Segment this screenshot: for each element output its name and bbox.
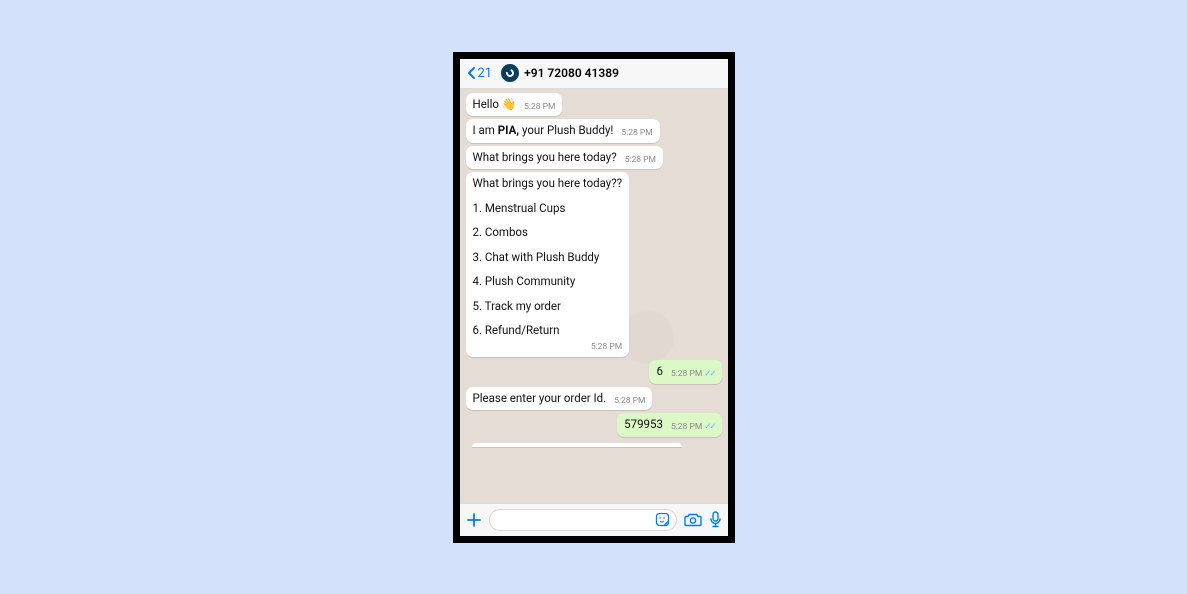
chat-body[interactable]: Hello 👋 5:28 PM I am PIA, your Plush Bud… (460, 89, 728, 503)
chat-header: 21 +91 72080 41389 (460, 59, 728, 89)
message-time: 5:28 PM (524, 102, 555, 113)
message-text: Hello 👋 (473, 97, 517, 111)
message-bubble-incoming[interactable]: Hello 👋 5:28 PM (466, 93, 563, 117)
message-bubble-incoming[interactable]: I am PIA, your Plush Buddy! 5:28 PM (466, 119, 660, 143)
message-row: 6 5:28 PM✓✓ (466, 360, 722, 384)
read-ticks-icon: ✓✓ (704, 369, 714, 379)
message-time: 5:28 PM (621, 128, 652, 139)
message-bubble-incoming[interactable]: What brings you here today? 5:28 PM (466, 146, 663, 170)
message-bubble-outgoing[interactable]: 6 5:28 PM✓✓ (649, 360, 721, 384)
message-row: Please enter your order Id. 5:28 PM (466, 387, 722, 411)
menu-option: 4. Plush Community (473, 274, 623, 290)
menu-option: 5. Track my order (473, 299, 623, 315)
menu-option: 1. Menstrual Cups (473, 201, 623, 217)
menu-option: 3. Chat with Plush Buddy (473, 250, 623, 266)
mic-button[interactable] (709, 511, 722, 529)
message-row: What brings you here today?? 1. Menstrua… (466, 172, 722, 357)
message-row: What brings you here today? 5:28 PM (466, 146, 722, 170)
message-row: I am PIA, your Plush Buddy! 5:28 PM (466, 119, 722, 143)
message-text: Please enter your order Id. (473, 391, 607, 405)
contact-name[interactable]: +91 72080 41389 (524, 66, 619, 80)
sticker-button[interactable] (655, 512, 670, 527)
message-time: 5:28 PM (614, 396, 645, 407)
message-text: I am PIA, your Plush Buddy! (473, 123, 614, 137)
message-bubble-incoming[interactable]: What brings you here today?? 1. Menstrua… (466, 172, 630, 357)
input-bar (460, 503, 728, 536)
message-time: 5:28 PM (473, 342, 623, 353)
chevron-left-icon (466, 66, 477, 80)
phone-screen: 21 +91 72080 41389 Hello 👋 5:28 PM I am … (460, 59, 728, 536)
menu-title: What brings you here today?? (473, 176, 623, 192)
message-bubble-incoming[interactable]: Please enter your order Id. 5:28 PM (466, 387, 653, 411)
wave-emoji: 👋 (502, 97, 516, 111)
message-time: 5:28 PM (625, 155, 656, 166)
read-ticks-icon: ✓✓ (704, 422, 714, 432)
message-bubble-outgoing[interactable]: 579953 5:28 PM✓✓ (617, 413, 721, 437)
message-time: 5:28 PM✓✓ (671, 369, 715, 380)
sticker-icon (655, 512, 670, 527)
back-button[interactable]: 21 (466, 66, 493, 81)
back-count: 21 (478, 66, 493, 81)
attach-button[interactable] (466, 512, 482, 528)
message-text: 579953 (624, 417, 663, 431)
message-input[interactable] (489, 509, 677, 531)
message-bubble-incoming-peek (472, 443, 682, 447)
camera-button[interactable] (684, 512, 702, 527)
avatar-icon (505, 68, 516, 79)
message-time: 5:28 PM✓✓ (671, 422, 715, 433)
message-row: Hello 👋 5:28 PM (466, 93, 722, 117)
message-text: What brings you here today? (473, 150, 617, 164)
menu-option: 6. Refund/Return (473, 323, 623, 339)
menu-option: 2. Combos (473, 225, 623, 241)
message-row: 579953 5:28 PM✓✓ (466, 413, 722, 437)
phone-frame: 21 +91 72080 41389 Hello 👋 5:28 PM I am … (453, 52, 735, 543)
mic-icon (709, 511, 722, 529)
avatar[interactable] (501, 64, 519, 82)
message-text: 6 (656, 364, 662, 378)
camera-icon (684, 512, 702, 527)
plus-icon (466, 512, 482, 528)
